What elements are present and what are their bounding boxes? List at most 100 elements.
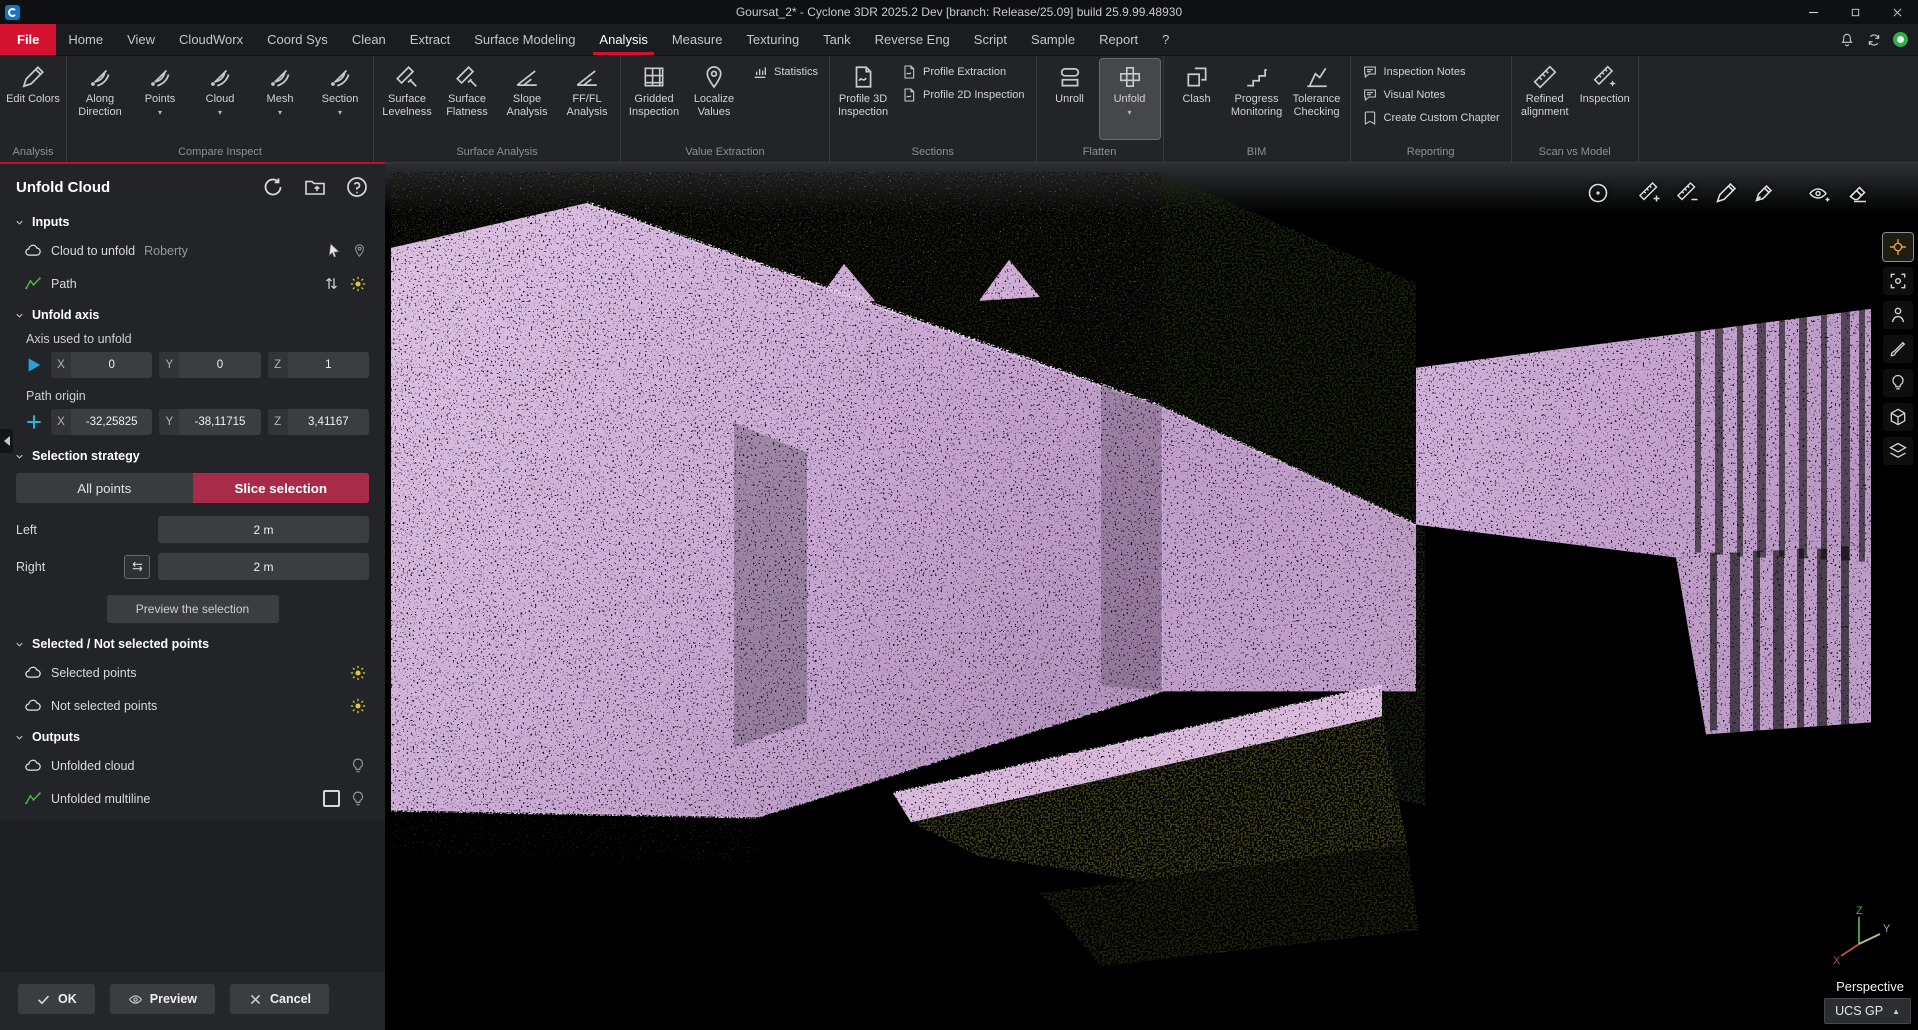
axis-gizmo[interactable]: Z Y X xyxy=(1828,904,1894,970)
preview-selection-button[interactable]: Preview the selection xyxy=(107,595,279,623)
measure-remove-button[interactable] xyxy=(1674,179,1702,207)
menu-tab-cloudworx[interactable]: CloudWorx xyxy=(167,24,255,55)
menu-tab-home[interactable]: Home xyxy=(56,24,115,55)
ribbon-button-visual-notes[interactable]: Visual Notes xyxy=(1358,85,1504,105)
origin-z-field[interactable]: Z 3,41167 xyxy=(268,409,369,435)
ok-button[interactable]: OK xyxy=(18,984,95,1014)
measures-clear-button[interactable] xyxy=(1844,179,1872,207)
ribbon-button-create-custom-chapter[interactable]: Create Custom Chapter xyxy=(1358,108,1504,128)
export-button[interactable] xyxy=(303,175,327,199)
menu-tab-tank[interactable]: Tank xyxy=(811,24,862,55)
reset-button[interactable] xyxy=(261,175,285,199)
menu-tab-sample[interactable]: Sample xyxy=(1019,24,1087,55)
ribbon-button-points[interactable]: Points▾ xyxy=(130,59,190,139)
visibility-off-icon[interactable] xyxy=(349,790,367,808)
unfold-axis-section-header[interactable]: Unfold axis xyxy=(0,300,385,327)
menu-tab-file[interactable]: File xyxy=(0,24,56,55)
visibility-off-icon[interactable] xyxy=(349,757,367,775)
ribbon-button-statistics[interactable]: Statistics xyxy=(748,62,822,82)
left-distance-field[interactable]: 2 m xyxy=(158,516,369,543)
ribbon-button-section[interactable]: Section▾ xyxy=(310,59,370,139)
ribbon-button-surface-levelness[interactable]: Surface Levelness xyxy=(377,59,437,139)
selected-points-section-header[interactable]: Selected / Not selected points xyxy=(0,629,385,656)
ribbon-button-ff-fl-analysis[interactable]: FF/FL Analysis xyxy=(557,59,617,139)
walk-mode-button[interactable] xyxy=(1883,301,1913,329)
ribbon-button-unfold[interactable]: Unfold▾ xyxy=(1100,59,1160,139)
menu-tab-extract[interactable]: Extract xyxy=(398,24,462,55)
lighting-button[interactable] xyxy=(1883,369,1913,397)
sync-icon[interactable] xyxy=(1866,32,1882,48)
ribbon-button-clash[interactable]: Clash xyxy=(1167,59,1227,139)
ribbon-button-inspection[interactable]: Inspection xyxy=(1575,59,1635,139)
render-colors-button[interactable] xyxy=(1883,335,1913,363)
ribbon-button-profile-2d-inspection[interactable]: Profile 2D Inspection xyxy=(897,85,1029,105)
menu-tab-help[interactable]: ? xyxy=(1150,24,1181,55)
ribbon-button-localize-values[interactable]: Localize Values xyxy=(684,59,744,139)
orbit-mode-button[interactable] xyxy=(1883,233,1913,261)
visibility-on-icon[interactable] xyxy=(349,664,367,682)
ribbon-button-gridded-inspection[interactable]: Gridded Inspection xyxy=(624,59,684,139)
ribbon-button-profile-extraction[interactable]: Profile Extraction xyxy=(897,62,1029,82)
axis-direction-icon[interactable] xyxy=(24,355,44,375)
clipping-planes-button[interactable] xyxy=(1883,437,1913,465)
ribbon-button-cloud[interactable]: Cloud▾ xyxy=(190,59,250,139)
ucs-selector-button[interactable]: UCS GP ▲ xyxy=(1824,998,1911,1024)
account-avatar[interactable] xyxy=(1893,32,1908,47)
seek-target-button[interactable] xyxy=(1883,267,1913,295)
collapse-panel-handle[interactable] xyxy=(0,429,13,453)
menu-tab-measure[interactable]: Measure xyxy=(660,24,735,55)
cancel-button[interactable]: Cancel xyxy=(230,984,329,1014)
ribbon-button-mesh[interactable]: Mesh▾ xyxy=(250,59,310,139)
reverse-path-button[interactable] xyxy=(323,275,340,292)
origin-point-icon[interactable] xyxy=(24,412,44,432)
ribbon-button-progress-monitoring[interactable]: Progress Monitoring xyxy=(1227,59,1287,139)
menu-tab-coord-sys[interactable]: Coord Sys xyxy=(255,24,340,55)
projection-cube-button[interactable] xyxy=(1883,403,1913,431)
outputs-section-header[interactable]: Outputs xyxy=(0,722,385,749)
measure-add-button[interactable] xyxy=(1636,179,1664,207)
axis-x-field[interactable]: X 0 xyxy=(51,352,152,378)
menu-tab-reverse-eng[interactable]: Reverse Eng xyxy=(863,24,962,55)
slice-selection-button[interactable]: Slice selection xyxy=(193,473,370,503)
measures-visibility-button[interactable] xyxy=(1806,179,1834,207)
ribbon-button-unroll[interactable]: Unroll xyxy=(1040,59,1100,139)
pivot-point-button[interactable] xyxy=(1584,179,1612,207)
origin-y-field[interactable]: Y -38,11715 xyxy=(159,409,260,435)
inputs-section-header[interactable]: Inputs xyxy=(0,207,385,234)
3d-viewport[interactable]: Z Y X Perspective UCS GP ▲ xyxy=(385,162,1918,1030)
selection-strategy-section-header[interactable]: Selection strategy xyxy=(0,441,385,468)
axis-z-field[interactable]: Z 1 xyxy=(268,352,369,378)
menu-tab-analysis[interactable]: Analysis xyxy=(587,24,659,55)
ribbon-button-edit-colors[interactable]: Edit Colors xyxy=(3,59,63,139)
ribbon-button-along-direction[interactable]: Along Direction xyxy=(70,59,130,139)
menu-tab-clean[interactable]: Clean xyxy=(340,24,398,55)
ribbon-button-tolerance-checking[interactable]: Tolerance Checking xyxy=(1287,59,1347,139)
ribbon-button-profile-3d-inspection[interactable]: Profile 3D Inspection xyxy=(833,59,893,139)
pin-icon[interactable] xyxy=(352,243,367,258)
ribbon-button-refined-alignment[interactable]: Refined alignment xyxy=(1515,59,1575,139)
all-points-button[interactable]: All points xyxy=(16,473,193,503)
ribbon-button-surface-flatness[interactable]: Surface Flatness xyxy=(437,59,497,139)
menu-tab-texturing[interactable]: Texturing xyxy=(734,24,811,55)
unfolded-multiline-checkbox[interactable] xyxy=(323,790,340,807)
maximize-button[interactable] xyxy=(1834,0,1876,24)
measure-draw-button[interactable] xyxy=(1750,179,1778,207)
minimize-button[interactable] xyxy=(1792,0,1834,24)
help-button[interactable] xyxy=(345,175,369,199)
pick-cloud-button[interactable] xyxy=(326,242,343,259)
measure-edit-button[interactable] xyxy=(1712,179,1740,207)
visibility-on-icon[interactable] xyxy=(349,275,367,293)
menu-tab-surface-modeling[interactable]: Surface Modeling xyxy=(462,24,587,55)
menu-tab-script[interactable]: Script xyxy=(962,24,1019,55)
menu-tab-view[interactable]: View xyxy=(115,24,167,55)
point-cloud-scene[interactable] xyxy=(385,163,1918,1030)
ribbon-button-inspection-notes[interactable]: Inspection Notes xyxy=(1358,62,1504,82)
origin-x-field[interactable]: X -32,25825 xyxy=(51,409,152,435)
close-button[interactable] xyxy=(1876,0,1918,24)
visibility-on-icon[interactable] xyxy=(349,697,367,715)
ribbon-button-slope-analysis[interactable]: Slope Analysis xyxy=(497,59,557,139)
axis-y-field[interactable]: Y 0 xyxy=(159,352,260,378)
preview-button[interactable]: Preview xyxy=(110,984,215,1014)
right-distance-field[interactable]: 2 m xyxy=(158,553,369,580)
link-distances-button[interactable] xyxy=(124,555,150,579)
